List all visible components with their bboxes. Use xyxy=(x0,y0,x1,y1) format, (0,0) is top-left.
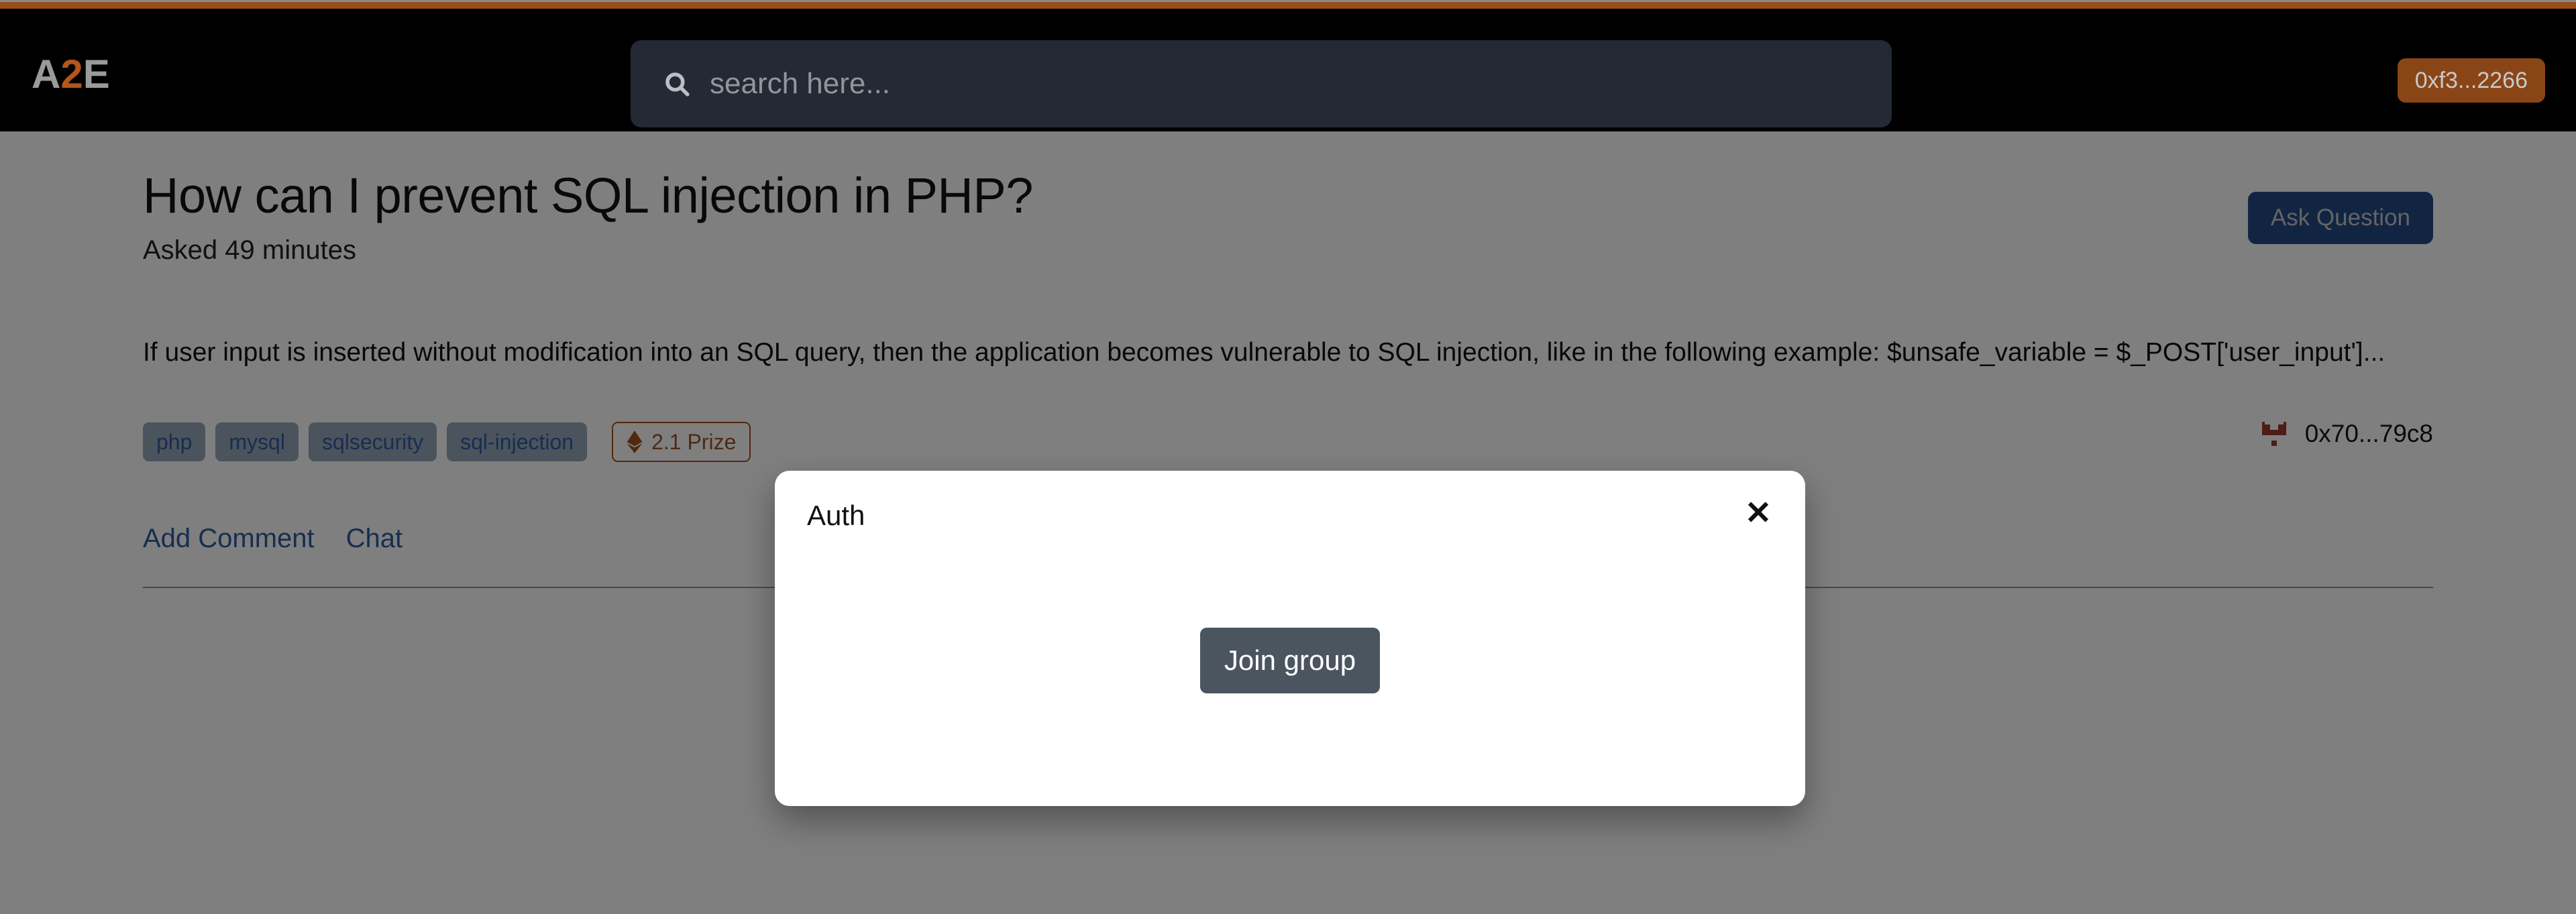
auth-modal: Auth ✕ Join group xyxy=(775,471,1805,806)
wallet-address-button[interactable]: 0xf3...2266 xyxy=(2397,58,2545,103)
search-input[interactable] xyxy=(710,40,1892,127)
modal-title: Auth xyxy=(807,500,865,531)
logo-letter-2: 2 xyxy=(60,52,83,97)
search-icon xyxy=(663,70,691,98)
search-bar[interactable] xyxy=(631,40,1892,127)
join-group-button[interactable]: Join group xyxy=(1199,628,1381,693)
close-icon[interactable]: ✕ xyxy=(1739,495,1777,532)
top-accent-bar xyxy=(0,2,2576,9)
page-root: A2E 0xf3...2266 How can I prevent SQL in… xyxy=(0,0,2576,914)
site-logo[interactable]: A2E xyxy=(32,54,110,95)
site-header: A2E 0xf3...2266 xyxy=(0,9,2576,131)
logo-letter-e: E xyxy=(83,52,110,97)
logo-letter-a: A xyxy=(32,52,61,97)
modal-header: Auth ✕ xyxy=(775,471,1805,545)
modal-body: Join group xyxy=(775,545,1805,806)
